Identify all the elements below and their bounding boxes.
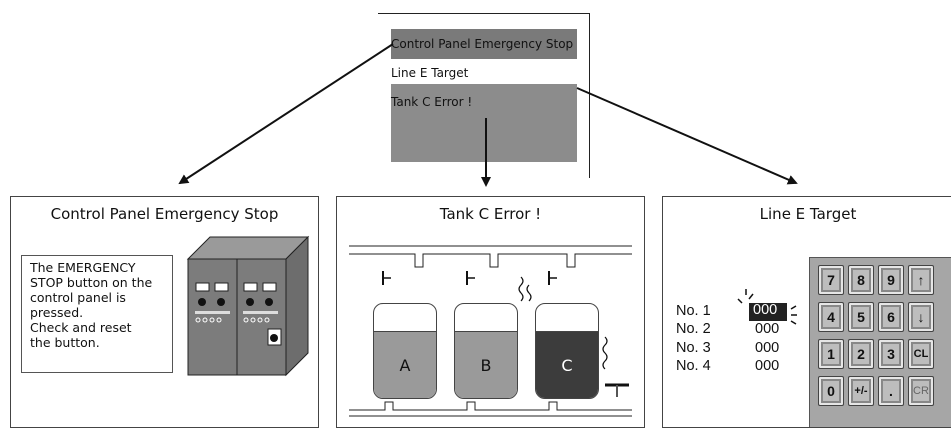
target-row-3-label: No. 3 — [676, 340, 711, 356]
target-row-4-value[interactable]: 000 — [755, 358, 779, 374]
target-row-2-label: No. 2 — [676, 321, 711, 337]
tank-c: C — [535, 303, 599, 399]
key-plus-minus[interactable]: +/- — [848, 376, 874, 406]
key-6[interactable]: 6 — [878, 302, 904, 332]
key-8[interactable]: 8 — [848, 265, 874, 295]
arrow-to-line-target — [576, 87, 798, 185]
blink-indicator-icon — [737, 289, 797, 325]
key-7[interactable]: 7 — [818, 265, 844, 295]
target-row-3-value[interactable]: 000 — [755, 340, 779, 356]
tank-a-label: A — [399, 356, 411, 375]
tank-a: A — [373, 303, 437, 399]
key-1[interactable]: 1 — [818, 339, 844, 369]
key-decimal[interactable]: . — [878, 376, 904, 406]
tank-error-screen: Tank C Error ! A B C — [336, 196, 645, 428]
key-9[interactable]: 9 — [878, 265, 904, 295]
tank-b-label: B — [480, 356, 492, 375]
key-enter[interactable]: CR — [908, 376, 934, 406]
key-up-arrow[interactable]: ↑ — [908, 265, 934, 295]
key-2[interactable]: 2 — [848, 339, 874, 369]
panel-title: Line E Target — [759, 205, 857, 223]
key-0[interactable]: 0 — [818, 376, 844, 406]
key-4[interactable]: 4 — [818, 302, 844, 332]
key-3[interactable]: 3 — [878, 339, 904, 369]
key-5[interactable]: 5 — [848, 302, 874, 332]
control-panel-screen: Control Panel Emergency Stop The EMERGEN… — [10, 196, 319, 428]
tank-b: B — [454, 303, 518, 399]
line-target-screen: Line E Target No. 1 000 No. 2 000 No. 3 … — [662, 196, 951, 428]
numeric-keypad: 7 8 9 ↑ 4 5 6 ↓ 1 2 3 CL 0 +/- . CR — [809, 257, 951, 427]
target-row-1-label: No. 1 — [676, 303, 711, 319]
target-row-4-label: No. 4 — [676, 358, 711, 374]
panel-title: Control Panel Emergency Stop — [50, 205, 279, 223]
emergency-message: The EMERGENCY STOP button on the control… — [21, 255, 173, 373]
key-clear[interactable]: CL — [908, 339, 934, 369]
key-down-arrow[interactable]: ↓ — [908, 302, 934, 332]
tank-c-label: C — [561, 356, 573, 375]
control-cabinet-icon — [186, 235, 310, 377]
arrow-to-control-panel — [178, 43, 394, 185]
